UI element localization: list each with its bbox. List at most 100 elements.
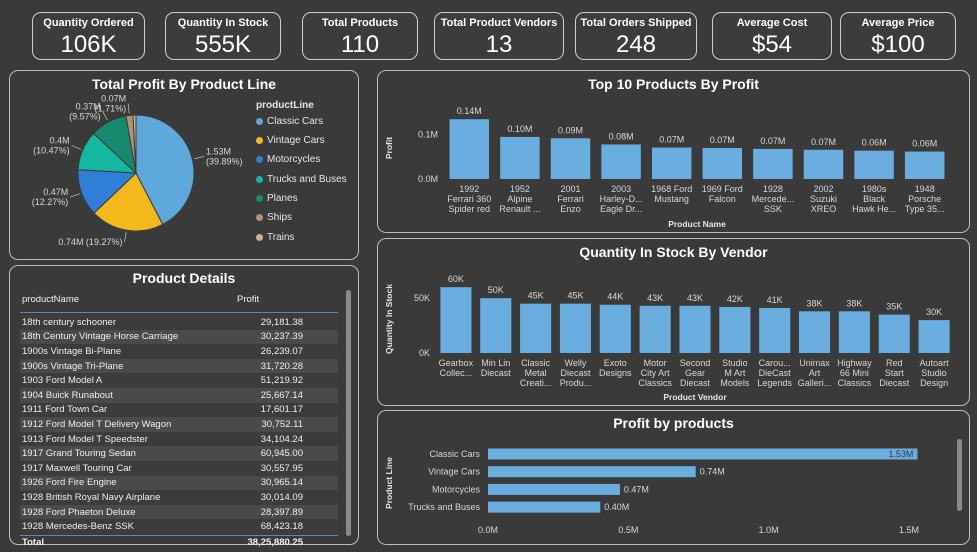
table-row[interactable]: 1928 British Royal Navy Airplane 30,014.0…: [20, 490, 338, 505]
bar-2003-harley-d-eagle-dr[interactable]: [601, 144, 641, 179]
pie-leader-line: [70, 193, 80, 198]
cell-profit: 29,181.38: [260, 316, 303, 328]
bar-1928-mercede-ssk[interactable]: [753, 148, 793, 179]
bar-classic-metal-creati[interactable]: [520, 303, 552, 353]
bar-studio-m-art-models[interactable]: [719, 306, 751, 353]
x-tick-label: Welly Diecast Produ...: [560, 358, 592, 388]
bar-vintage-cars[interactable]: [488, 466, 696, 478]
table-row[interactable]: 1911 Ford Town Car 17,601.17: [20, 402, 338, 418]
legend-item-trucks-and-buses[interactable]: Trucks and Buses: [256, 174, 347, 185]
y-axis-title: Profit: [384, 137, 394, 159]
kpi-label: Quantity In Stock: [177, 17, 269, 29]
pie-data-label: (1.71%): [95, 103, 127, 113]
x-axis-title: Product Name: [668, 219, 726, 229]
kpi-label: Total Products: [321, 17, 399, 29]
table-row[interactable]: 18th Century Vintage Horse Carriage 30,23…: [20, 329, 338, 345]
legend-item-planes[interactable]: Planes: [256, 193, 298, 204]
table-row[interactable]: 1903 Ford Model A 51,219.92: [20, 373, 338, 388]
bar-1952-alpine-renault[interactable]: [500, 136, 540, 179]
legend-item-classic-cars[interactable]: Classic Cars: [256, 116, 323, 127]
legend-item-motorcycles[interactable]: Motorcycles: [256, 154, 320, 165]
x-tick-label: 1948 Porsche Type 35...: [905, 184, 945, 214]
bar-1968-ford-mustang[interactable]: [651, 147, 692, 179]
cell-profit: 34,104.24: [260, 433, 303, 445]
kpi-card-total-product-vendors: Total Product Vendors 13: [434, 12, 564, 60]
bar-2001-ferrari-enzo[interactable]: [550, 138, 591, 179]
bar-motorcycles[interactable]: [488, 483, 620, 495]
y-tick-label: 0K: [419, 348, 430, 358]
bar-data-label: 45K: [528, 291, 544, 301]
bar-welly-diecast-produ[interactable]: [559, 303, 592, 353]
kpi-value: 106K: [60, 31, 117, 58]
bar-second-gear-diecast[interactable]: [679, 305, 711, 353]
table-row[interactable]: 1904 Buick Runabout 25,667.14: [20, 387, 338, 403]
bar-trucks-and-buses[interactable]: [488, 501, 601, 513]
bar-1992-ferrari-360-spider-red[interactable]: [449, 119, 490, 179]
bar-1948-porsche-type-35[interactable]: [904, 151, 945, 179]
chart-scrollbar-thumb[interactable]: [957, 439, 962, 511]
cell-name: 1900s Vintage Bi-Plane: [22, 345, 122, 357]
bar-data-label: 43K: [647, 293, 663, 303]
kpi-value: $54: [751, 31, 793, 58]
bar-carou-diecast-legends[interactable]: [759, 308, 791, 353]
pie-legend-title: productLine: [256, 100, 314, 111]
bar-data-label: 44K: [607, 292, 623, 302]
bar-red-start-diecast[interactable]: [878, 314, 910, 353]
bar-autoart-studio-design[interactable]: [918, 320, 950, 353]
table-scrollbar-thumb[interactable]: [346, 290, 351, 536]
pie-data-label: 0.4M: [50, 135, 70, 145]
cell-profit: 28,397.89: [260, 506, 303, 518]
table-row[interactable]: 1926 Ford Fire Engine 30,965.14: [20, 475, 338, 491]
bar-highway-66-mini-classics[interactable]: [838, 311, 870, 353]
table-row[interactable]: 18th century schooner 29,181.38: [20, 315, 338, 330]
pie-leader-line: [124, 232, 127, 243]
x-tick-label: Gearbox Collec...: [439, 358, 474, 378]
table-row[interactable]: 1928 Mercedes-Benz SSK 68,423.18: [20, 519, 338, 534]
bar-gearbox-collec[interactable]: [440, 287, 472, 353]
cell-name: 1911 Ford Town Car: [22, 404, 108, 416]
legend-item-trains[interactable]: Trains: [256, 232, 294, 243]
table-row[interactable]: 1900s Vintage Tri-Plane 31,720.28: [20, 358, 338, 374]
x-tick-label: Autoart Studio Design: [920, 358, 950, 388]
bar-1969-ford-falcon[interactable]: [702, 148, 743, 179]
legend-label: Ships: [267, 212, 293, 223]
total-label: Total: [22, 537, 44, 549]
pie-leader-line: [127, 103, 130, 114]
col-header-profit[interactable]: Profit: [225, 294, 303, 305]
table-row[interactable]: 1917 Grand Touring Sedan 60,945.00: [20, 446, 338, 461]
bar-min-lin-diecast[interactable]: [480, 298, 512, 353]
cell-name: 18th century schooner: [22, 316, 117, 328]
bar-data-label: 0.40M: [604, 502, 629, 512]
legend-dot: [256, 118, 263, 125]
table-header: productName Profit: [20, 286, 338, 313]
table-row[interactable]: 1900s Vintage Bi-Plane 26,239.07: [20, 344, 338, 359]
bar-1980s-black-hawk-he[interactable]: [854, 150, 894, 179]
pie-leader-line: [71, 145, 82, 150]
cell-name: 1928 Mercedes-Benz SSK: [22, 521, 134, 533]
x-tick-label: 2001 Ferrari Enzo: [557, 184, 584, 214]
y-tick-label: Vintage Cars: [428, 467, 480, 477]
table-row[interactable]: 1917 Maxwell Touring Car 30,557.95: [20, 460, 338, 476]
table-row[interactable]: 1928 Ford Phaeton Deluxe 28,397.89: [20, 504, 338, 520]
pie-data-label: 1.53M: [206, 146, 231, 156]
y-tick-label: 50K: [414, 293, 430, 303]
bar-classic-cars[interactable]: [488, 448, 918, 460]
bar-motor-city-art-classics[interactable]: [639, 305, 671, 353]
table-row[interactable]: 1913 Ford Model T Speedster 34,104.24: [20, 431, 338, 447]
legend-item-vintage-cars[interactable]: Vintage Cars: [256, 135, 325, 146]
cell-name: 1926 Ford Fire Engine: [22, 477, 117, 489]
cell-name: 18th Century Vintage Horse Carriage: [22, 331, 179, 343]
legend-label: Classic Cars: [267, 116, 324, 127]
bar-data-label: 38K: [846, 298, 862, 308]
cell-profit: 51,219.92: [260, 375, 303, 387]
bar-unimax-art-galleri[interactable]: [798, 311, 831, 353]
cell-profit: 30,014.09: [260, 491, 303, 503]
legend-item-ships[interactable]: Ships: [256, 212, 292, 223]
table-row[interactable]: 1912 Ford Model T Delivery Wagon 30,752.1…: [20, 417, 338, 432]
bar-exoto-designs[interactable]: [599, 304, 631, 353]
kpi-value: 555K: [194, 31, 252, 58]
top10-bar-chart: 0.0M 0.1M Profit 0.14M 1992 Ferrari 360 Spider…: [384, 106, 945, 229]
cell-name: 1904 Buick Runabout: [22, 389, 113, 401]
col-header-product-name[interactable]: productName: [20, 294, 225, 305]
bar-2002-suzuki-xreo[interactable]: [803, 149, 844, 179]
